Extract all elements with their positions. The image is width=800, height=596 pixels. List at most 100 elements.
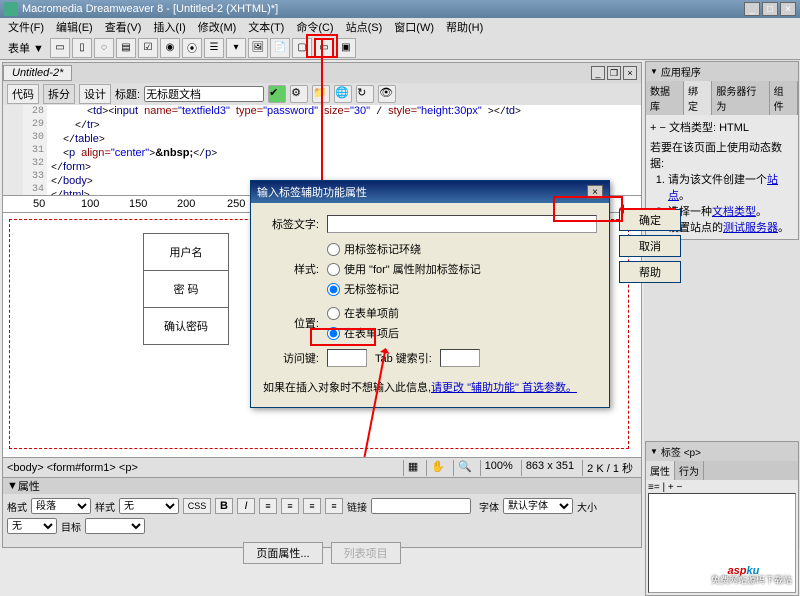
menu-site[interactable]: 站点(S) bbox=[342, 19, 387, 35]
dialog-close-icon[interactable]: × bbox=[587, 185, 603, 199]
bold-button[interactable]: B bbox=[215, 498, 233, 514]
access-key-input[interactable] bbox=[327, 349, 367, 367]
radio-icon[interactable]: ◉ bbox=[160, 38, 180, 58]
tags-panel-title[interactable]: 标签 <p> bbox=[646, 442, 798, 461]
radiogroup-icon[interactable]: ⦿ bbox=[182, 38, 202, 58]
style-label: 样式: bbox=[263, 261, 319, 277]
css-button[interactable]: CSS bbox=[183, 498, 211, 514]
zoom-level[interactable]: 100% bbox=[480, 460, 517, 476]
toolbar-category[interactable]: 表单 ▼ bbox=[4, 40, 48, 56]
align-center-icon[interactable]: ≡ bbox=[281, 498, 299, 514]
watermark-subtitle: 免费网站源码下载站 bbox=[711, 573, 792, 586]
refresh-icon[interactable]: ↻ bbox=[356, 85, 374, 103]
line-numbers: 2829303132333435 bbox=[23, 105, 47, 195]
split-view-button[interactable]: 拆分 bbox=[43, 84, 75, 104]
doc-close-icon[interactable]: × bbox=[623, 66, 637, 80]
textarea-icon[interactable]: ▤ bbox=[116, 38, 136, 58]
zoom-tool-icon[interactable]: 🔍 bbox=[453, 460, 476, 476]
tab-database[interactable]: 数据库 bbox=[646, 81, 684, 115]
tag-selector[interactable]: <body> <form#form1> <p> bbox=[7, 462, 403, 474]
radio-after[interactable]: 在表单项后 bbox=[327, 325, 399, 341]
textfield-icon[interactable]: ▯ bbox=[72, 38, 92, 58]
tab-components[interactable]: 组件 bbox=[770, 81, 798, 115]
close-button[interactable]: × bbox=[780, 2, 796, 16]
link-testserver[interactable]: 测试服务器 bbox=[723, 222, 778, 234]
help-button[interactable]: 帮助 bbox=[619, 261, 681, 283]
tab-behaviors[interactable]: 行为 bbox=[675, 461, 704, 480]
maximize-button[interactable]: □ bbox=[762, 2, 778, 16]
form-table[interactable]: 用户名 密 码 确认密码 bbox=[143, 233, 229, 345]
tab-index-input[interactable] bbox=[440, 349, 480, 367]
tab-attributes[interactable]: 属性 bbox=[646, 461, 675, 480]
validate-icon[interactable]: ✔ bbox=[268, 85, 286, 103]
style-select[interactable]: 无 bbox=[119, 498, 179, 514]
hand-tool-icon[interactable]: ✋ bbox=[426, 460, 449, 476]
target-select[interactable] bbox=[85, 518, 145, 534]
prefs-link[interactable]: 请更改 "辅助功能" 首选参数。 bbox=[431, 382, 577, 394]
checkbox-icon[interactable]: ☑ bbox=[138, 38, 158, 58]
document-tab[interactable]: Untitled-2* bbox=[3, 65, 72, 81]
preview-icon[interactable]: 🌐 bbox=[334, 85, 352, 103]
label-icon[interactable]: ▭ bbox=[314, 38, 334, 58]
properties-panel: ▼ 属性 格式 段落 样式 无 CSS B I ≡ ≡ ≡ ≡ 链接 字体 默认… bbox=[3, 477, 641, 547]
format-select[interactable]: 段落 bbox=[31, 498, 91, 514]
link-doctype[interactable]: 文档类型 bbox=[712, 206, 756, 218]
file-field-icon[interactable]: 📄 bbox=[270, 38, 290, 58]
image-field-icon[interactable]: 🖼 bbox=[248, 38, 268, 58]
dialog-hint: 如果在插入对象时不想输入此信息,请更改 "辅助功能" 首选参数。 bbox=[263, 379, 597, 395]
form-icon[interactable]: ▭ bbox=[50, 38, 70, 58]
label-pwd[interactable]: 密 码 bbox=[144, 271, 229, 308]
design-view-button[interactable]: 设计 bbox=[79, 84, 111, 104]
code-view-button[interactable]: 代码 bbox=[7, 84, 39, 104]
select-tool-icon[interactable]: ▦ bbox=[403, 460, 422, 476]
list-items-button[interactable]: 列表项目 bbox=[331, 542, 401, 564]
menu-modify[interactable]: 修改(M) bbox=[194, 19, 241, 35]
browser-check-icon[interactable]: ⚙ bbox=[290, 85, 308, 103]
menu-view[interactable]: 查看(V) bbox=[101, 19, 146, 35]
font-select[interactable]: 默认字体 bbox=[503, 498, 573, 514]
radio-before[interactable]: 在表单项前 bbox=[327, 305, 399, 321]
title-label: 标题: bbox=[115, 86, 140, 102]
label-confirm[interactable]: 确认密码 bbox=[144, 308, 229, 345]
minimize-button[interactable]: _ bbox=[744, 2, 760, 16]
size-select[interactable]: 无 bbox=[7, 518, 57, 534]
list-icon[interactable]: ☰ bbox=[204, 38, 224, 58]
link-input[interactable] bbox=[371, 498, 471, 514]
label-text-input[interactable] bbox=[327, 215, 597, 233]
app-panel-title[interactable]: 应用程序 bbox=[646, 62, 798, 81]
ok-button[interactable]: 确定 bbox=[619, 209, 681, 231]
menu-window[interactable]: 窗口(W) bbox=[390, 19, 438, 35]
position-label: 位置: bbox=[263, 315, 319, 331]
tab-bindings[interactable]: 绑定 bbox=[684, 81, 712, 115]
page-properties-button[interactable]: 页面属性... bbox=[243, 542, 322, 564]
align-right-icon[interactable]: ≡ bbox=[303, 498, 321, 514]
app-icon bbox=[4, 2, 18, 16]
dialog-titlebar[interactable]: 输入标签辅助功能属性 × bbox=[251, 181, 609, 203]
menu-edit[interactable]: 编辑(E) bbox=[52, 19, 97, 35]
menu-file[interactable]: 文件(F) bbox=[4, 19, 48, 35]
radio-wrap[interactable]: 用标签标记环绕 bbox=[327, 241, 481, 257]
radio-none[interactable]: 无标签标记 bbox=[327, 281, 481, 297]
menu-text[interactable]: 文本(T) bbox=[244, 19, 288, 35]
italic-button[interactable]: I bbox=[237, 498, 255, 514]
menu-commands[interactable]: 命令(C) bbox=[292, 19, 337, 35]
cancel-button[interactable]: 取消 bbox=[619, 235, 681, 257]
radio-for[interactable]: 使用 "for" 属性附加标签标记 bbox=[327, 261, 481, 277]
title-input[interactable] bbox=[144, 86, 264, 102]
status-bar: <body> <form#form1> <p> ▦ ✋ 🔍 100% 863 x… bbox=[3, 457, 641, 477]
view-options-icon[interactable]: 👁 bbox=[378, 85, 396, 103]
button-icon[interactable]: ▢ bbox=[292, 38, 312, 58]
label-user[interactable]: 用户名 bbox=[144, 234, 229, 271]
align-left-icon[interactable]: ≡ bbox=[259, 498, 277, 514]
menu-insert[interactable]: 插入(I) bbox=[149, 19, 189, 35]
align-justify-icon[interactable]: ≡ bbox=[325, 498, 343, 514]
properties-header[interactable]: ▼ 属性 bbox=[3, 478, 641, 494]
fieldset-icon[interactable]: ▣ bbox=[336, 38, 356, 58]
tab-server-behaviors[interactable]: 服务器行为 bbox=[712, 81, 769, 115]
hidden-icon[interactable]: ◌ bbox=[94, 38, 114, 58]
window-size[interactable]: 863 x 351 bbox=[521, 460, 578, 476]
menu-help[interactable]: 帮助(H) bbox=[442, 19, 487, 35]
doc-minimize-icon[interactable]: _ bbox=[591, 66, 605, 80]
jumpmenu-icon[interactable]: ▾ bbox=[226, 38, 246, 58]
doc-restore-icon[interactable]: ❐ bbox=[607, 66, 621, 80]
